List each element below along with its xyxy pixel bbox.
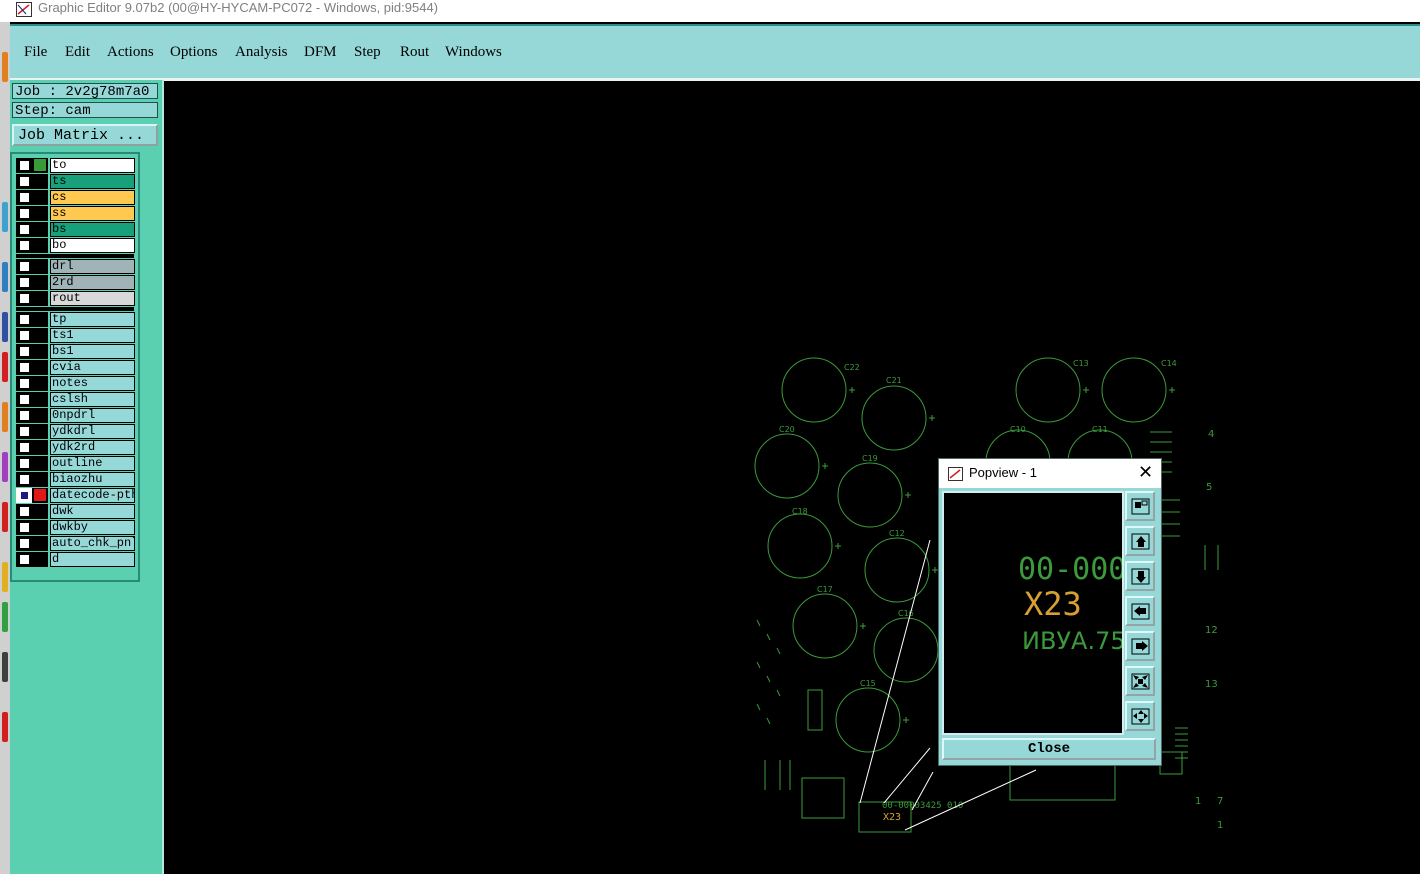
side-number: 12 [1205, 625, 1218, 636]
capacitor-outline [837, 462, 903, 528]
pan-down-icon [1131, 568, 1150, 585]
cap-label: C21 [886, 376, 902, 385]
cap-label: C10 [1010, 425, 1026, 434]
cap-label: C22 [844, 363, 860, 372]
pan-down-button[interactable] [1125, 561, 1155, 591]
cap-label: C20 [779, 425, 795, 434]
zoom-in-button[interactable] [1125, 666, 1155, 696]
pan-left-button[interactable] [1125, 596, 1155, 626]
component-outline [1159, 751, 1183, 775]
cap-label: C15 [860, 679, 876, 688]
cap-label: C17 [817, 585, 833, 594]
cap-label: C12 [889, 529, 905, 538]
zoom-fit-icon [1131, 498, 1150, 515]
capacitor-outline [835, 687, 901, 753]
popview-text-line2: X23 [1024, 585, 1082, 623]
capacitor-outline [792, 593, 858, 659]
popview-text-line1: 00-000 [1018, 552, 1122, 587]
zoom-leader-line [883, 747, 931, 804]
component-outline [1009, 764, 1116, 801]
popview-app-icon [948, 467, 963, 481]
cap-label: C13 [1073, 359, 1089, 368]
capacitor-outline [1101, 357, 1167, 423]
capacitor-outline [861, 385, 927, 451]
popview-titlebar[interactable]: Popview - 1 ✕ [939, 459, 1161, 488]
component-outline [801, 777, 845, 819]
pan-up-button[interactable] [1125, 526, 1155, 556]
popview-window: Popview - 1 ✕ 00-000 X23 ИВУА.758 Close [938, 458, 1162, 766]
tiny-mark [756, 703, 761, 711]
capacitor-outline [873, 617, 939, 683]
silk-text: 00-00003425 010 [882, 801, 963, 811]
capacitor-outline [781, 357, 847, 423]
capacitor-outline [1015, 357, 1081, 423]
tiny-mark [776, 689, 781, 697]
datecode-text: X23 [883, 812, 901, 823]
popview-text-line3: ИВУА.758 [1022, 627, 1122, 655]
cap-label: C19 [862, 454, 878, 463]
capacitor-outline [767, 513, 833, 579]
zoom-out-icon [1131, 708, 1150, 725]
tiny-mark [776, 647, 781, 655]
side-number: 7 [1217, 796, 1223, 807]
popview-close-button[interactable]: Close [942, 738, 1156, 760]
close-icon[interactable]: ✕ [1138, 462, 1153, 483]
tiny-mark [766, 675, 771, 683]
side-number: 5 [1206, 482, 1212, 493]
pan-right-button[interactable] [1125, 631, 1155, 661]
pan-right-icon [1131, 638, 1150, 655]
zoom-in-icon [1131, 673, 1150, 690]
zoom-fit-button[interactable] [1125, 491, 1155, 521]
component-outline [807, 689, 823, 731]
zoom-leader-line [859, 539, 931, 804]
side-number: 4 [1208, 429, 1214, 440]
zoom-out-button[interactable] [1125, 701, 1155, 731]
side-number: 13 [1205, 679, 1218, 690]
pan-up-icon [1131, 533, 1150, 550]
pcb-drawing: C22C21C13 C14C20C19C10 C11C18C12C17C16C154… [754, 357, 1223, 833]
pan-left-icon [1131, 603, 1150, 620]
cap-label: C18 [792, 507, 808, 516]
tiny-mark [766, 633, 771, 641]
tiny-mark [766, 717, 771, 725]
capacitor-outline [864, 537, 930, 603]
side-number: 1 [1195, 796, 1201, 807]
cap-label: C11 [1092, 425, 1108, 434]
popview-canvas[interactable]: 00-000 X23 ИВУА.758 [942, 491, 1124, 735]
cap-label: C14 [1161, 359, 1177, 368]
side-number: 1 [1217, 820, 1223, 831]
tiny-mark [756, 619, 761, 627]
capacitor-outline [754, 433, 820, 499]
popview-title: Popview - 1 [969, 465, 1037, 480]
tiny-mark [756, 661, 761, 669]
